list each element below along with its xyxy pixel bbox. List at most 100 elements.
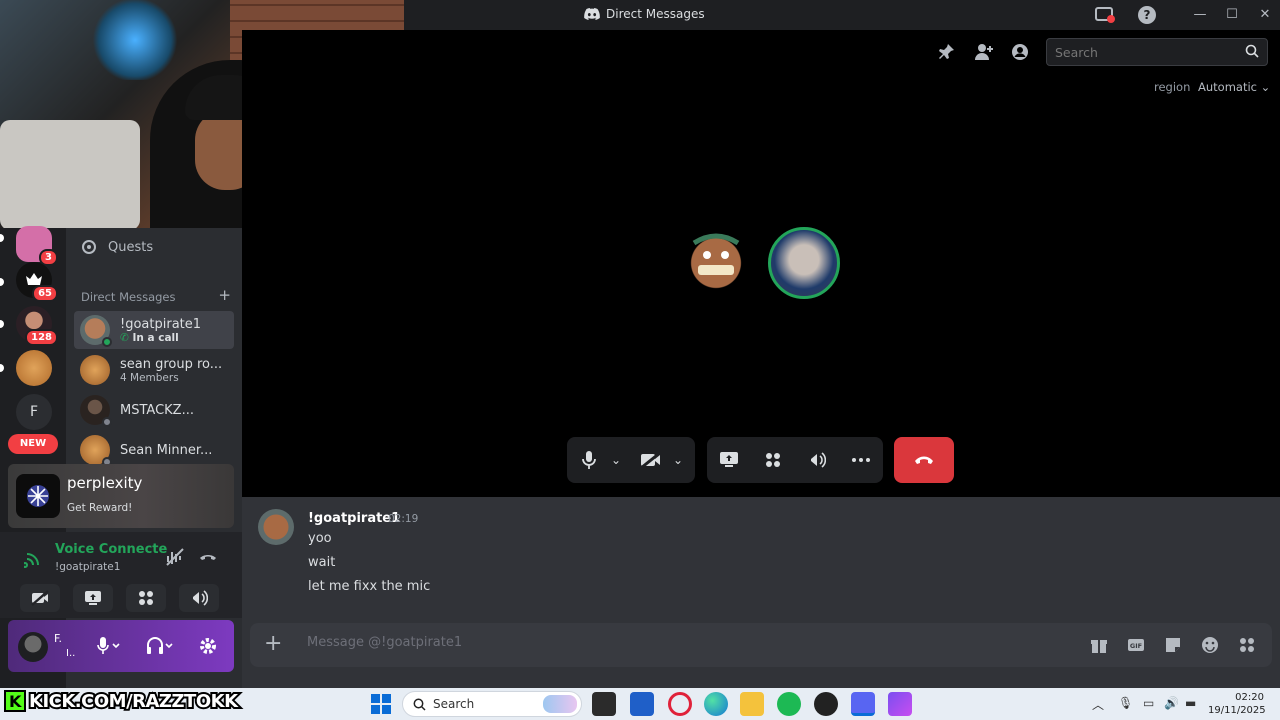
server-icon[interactable] [16,350,52,386]
participant-avatar[interactable] [680,227,752,299]
noise-suppression-icon[interactable] [165,548,185,570]
discord-icon[interactable] [851,692,875,716]
soundboard-button[interactable] [795,437,839,483]
activities-icon [139,591,153,605]
tray-network-icon[interactable]: ▭ [1143,696,1154,710]
search-box[interactable] [1046,38,1268,66]
message-input[interactable] [307,635,1007,650]
ai-app-icon[interactable] [888,692,912,716]
audio-video-controls: ⌄ ⌄ [567,437,695,483]
activities-button[interactable] [126,584,166,612]
screen-share-icon[interactable] [1094,5,1116,25]
camera-off-button[interactable] [629,437,673,483]
dm-sub: 4 Members [120,371,179,384]
chevron-down-icon[interactable]: ⌄ [611,453,629,467]
hang-up-button[interactable] [894,437,954,483]
microphone-icon [582,451,596,469]
gif-icon[interactable]: GIF [1125,634,1147,656]
maximize-button[interactable]: ☐ [1218,4,1246,26]
mention-badge: 65 [32,285,58,302]
unread-pip [0,364,4,372]
spotify-icon[interactable] [777,692,801,716]
camera-off-button[interactable] [20,584,60,612]
dm-item-goatpirate1[interactable]: !goatpirate1 ✆ In a call [74,311,234,349]
avatar[interactable] [258,509,294,545]
activities-icon [766,453,780,467]
message-line: yoo [308,531,332,546]
server-icon-letter[interactable]: F [16,394,52,430]
quests-icon [82,240,96,254]
new-pill[interactable]: NEW [8,434,58,454]
headphones-button[interactable] [146,636,174,660]
kick-url: KICK.COM/RAZZTOKK [27,689,240,714]
headphones-icon [147,637,173,654]
store-icon[interactable] [630,692,654,716]
search-icon [1245,44,1259,61]
edge-icon[interactable] [704,692,728,716]
pin-icon[interactable] [937,43,955,65]
server-icon[interactable]: 65 [16,262,58,302]
screen-share-button[interactable] [707,437,751,483]
taskbar-search[interactable]: Search [402,691,582,717]
perplexity-promo[interactable]: perplexity Get Reward! [8,464,234,528]
region-select[interactable]: Automatic ⌄ [1198,80,1270,94]
start-button[interactable] [371,694,391,718]
file-explorer-icon[interactable] [740,692,764,716]
search-icon [413,698,426,714]
mic-button[interactable] [96,636,120,660]
tray-battery-icon[interactable]: ▬ [1185,696,1196,710]
close-button[interactable]: ✕ [1251,4,1279,26]
attach-plus-icon[interactable]: + [264,633,282,655]
clock-date: 19/11/2025 [1208,705,1266,716]
task-view-icon[interactable] [592,692,616,716]
settings-button[interactable] [198,636,218,660]
add-dm-button[interactable]: + [218,288,231,304]
tray-mic-icon[interactable]: 🎙 [1118,696,1133,710]
mute-button[interactable] [567,437,611,483]
minimize-button[interactable]: — [1186,4,1214,26]
camera-off-icon [640,451,662,469]
message-line: wait [308,555,336,570]
avatar [80,355,110,385]
discord-logo-icon [584,8,600,20]
screen-share-button[interactable] [73,584,113,612]
user-status: I.. [66,648,76,659]
taskbar-clock[interactable]: 02:20 19/11/2025 [1208,691,1266,717]
more-options-button[interactable] [839,437,883,483]
tray-chevron-up-icon[interactable]: ︿ [1092,696,1104,713]
sticker-icon[interactable] [1162,634,1184,656]
tray-volume-icon[interactable]: 🔊 [1164,696,1179,710]
soundboard-button[interactable] [179,584,219,612]
message-author[interactable]: !goatpirate1 [308,511,400,526]
server-icon[interactable]: 128 [16,306,58,346]
server-icon[interactable]: 3 [16,226,58,266]
dm-header-label: Direct Messages [81,290,176,304]
dm-item-mstackz[interactable]: MSTACKZ... [74,391,234,429]
activities-button[interactable] [751,437,795,483]
avatar[interactable] [18,632,48,662]
opera-icon[interactable] [668,692,692,716]
obs-icon[interactable] [814,692,838,716]
window-title: Direct Messages [584,7,705,21]
unread-pip [0,278,4,286]
apps-icon[interactable] [1236,634,1258,656]
user-profile-icon[interactable] [1011,43,1029,65]
title-bar: Direct Messages ? — ☐ ✕ [404,0,1280,30]
window-title-text: Direct Messages [606,7,705,21]
message-time: 02:19 [388,513,419,525]
help-icon[interactable]: ? [1138,6,1156,24]
emoji-icon[interactable] [1199,634,1221,656]
voice-channel[interactable]: !goatpirate1 [55,561,120,573]
user-name: F. [54,632,63,645]
disconnect-icon[interactable] [198,548,218,570]
add-friend-icon[interactable] [974,43,994,65]
dm-item-sean-group[interactable]: sean group ro... 4 Members [74,351,234,389]
speaking-participant-avatar[interactable] [768,227,840,299]
search-input[interactable] [1055,45,1235,60]
call-icon: ✆ [120,331,133,344]
more-icon [852,458,870,462]
quests-link[interactable]: Quests [80,238,153,256]
chevron-down-icon[interactable]: ⌄ [673,453,691,467]
taskbar: K KICK.COM/RAZZTOKK Search ︿ 🎙 ▭ 🔊 ▬ 02:… [0,688,1280,720]
gift-icon[interactable] [1088,634,1110,656]
